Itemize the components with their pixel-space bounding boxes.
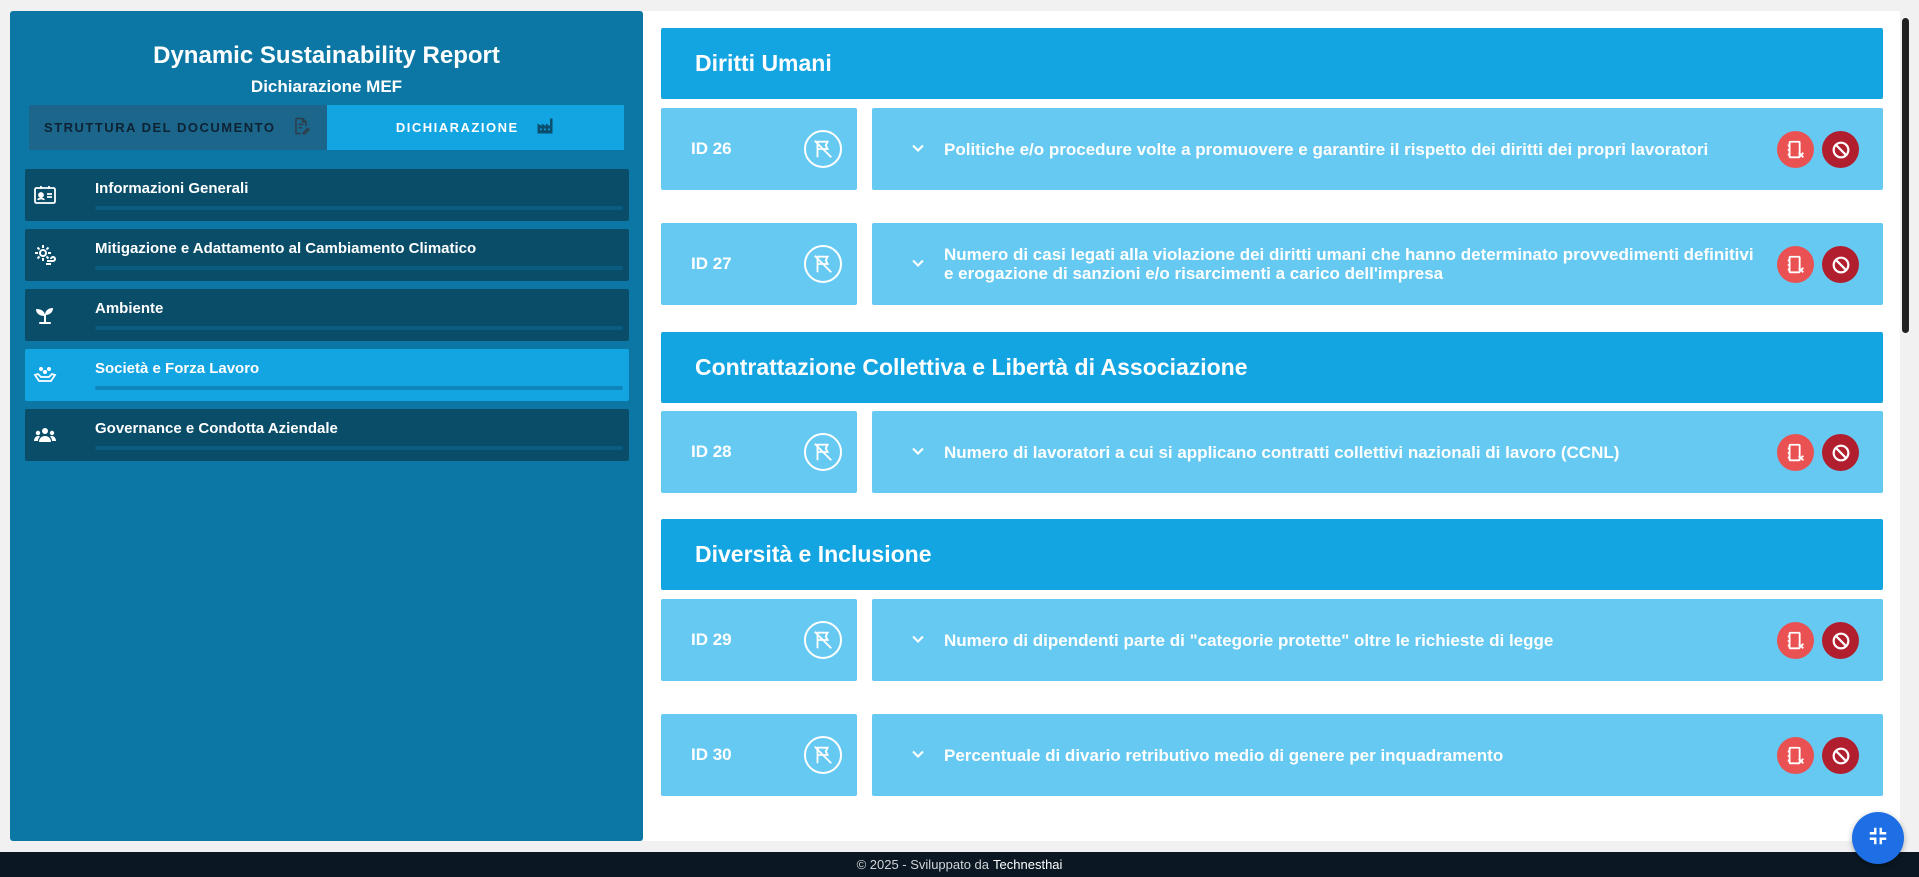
footer-copyright: © 2025 - Sviluppato da — [856, 857, 990, 872]
chevron-down-icon[interactable] — [908, 253, 928, 273]
progress-bar — [95, 386, 623, 390]
indicator-id: ID 26 — [691, 139, 732, 158]
indicator-question: Percentuale di divario retributivo medio… — [872, 714, 1883, 796]
sidebar-item-societa[interactable]: Società e Forza Lavoro — [25, 349, 629, 401]
block-icon[interactable] — [1822, 622, 1859, 659]
block-icon[interactable] — [1822, 434, 1859, 471]
factory-icon — [535, 116, 555, 139]
sidebar-item-ambiente[interactable]: Ambiente — [25, 289, 629, 341]
document-edit-icon — [291, 116, 311, 139]
indicator-row-28: ID 28 Numero di lavoratori a cui si appl… — [661, 411, 1883, 493]
id-card-icon — [33, 183, 57, 207]
collapse-fab-button[interactable] — [1852, 812, 1904, 864]
sidebar-item-label: Mitigazione e Adattamento al Cambiamento… — [95, 240, 477, 257]
tab-declaration[interactable]: DICHIARAZIONE — [326, 105, 624, 150]
indicator-text: Numero di dipendenti parte di "categorie… — [944, 630, 1554, 650]
indicator-question: Politiche e/o procedure volte a promuove… — [872, 108, 1883, 190]
section-header-diversita: Diversità e Inclusione — [661, 519, 1883, 590]
people-group-icon — [33, 423, 57, 447]
delete-record-icon[interactable] — [1777, 131, 1814, 168]
app-title: Dynamic Sustainability Report — [153, 42, 500, 69]
indicator-question: Numero di casi legati alla violazione de… — [872, 223, 1883, 305]
scrollbar-thumb[interactable] — [1902, 18, 1909, 333]
tab-document-structure[interactable]: STRUTTURA DEL DOCUMENTO — [29, 105, 327, 150]
sidebar-item-informazioni-generali[interactable]: Informazioni Generali — [25, 169, 629, 221]
delete-record-icon[interactable] — [1777, 434, 1814, 471]
indicator-row-29: ID 29 Numero di dipendenti parte di "cat… — [661, 599, 1883, 681]
sidebar-item-label: Informazioni Generali — [95, 180, 249, 197]
indicator-id: ID 29 — [691, 630, 732, 649]
section-header-contrattazione: Contrattazione Collettiva e Libertà di A… — [661, 332, 1883, 403]
sidebar-item-mitigazione[interactable]: Mitigazione e Adattamento al Cambiamento… — [25, 229, 629, 281]
no-flag-icon[interactable] — [804, 130, 842, 168]
id-box: ID 27 — [661, 223, 857, 305]
id-box: ID 30 — [661, 714, 857, 796]
sidebar-menu: Informazioni Generali Mitigazione e Adat… — [25, 169, 629, 469]
delete-record-icon[interactable] — [1777, 246, 1814, 283]
main-content: Diritti Umani ID 26 Politiche e/o proced… — [643, 11, 1900, 841]
chevron-down-icon[interactable] — [908, 138, 928, 158]
sidebar-item-label: Governance e Condotta Aziendale — [95, 420, 338, 437]
progress-bar — [95, 206, 623, 210]
id-box: ID 28 — [661, 411, 857, 493]
indicator-row-26: ID 26 Politiche e/o procedure volte a pr… — [661, 108, 1883, 190]
block-icon[interactable] — [1822, 246, 1859, 283]
indicator-id: ID 28 — [691, 442, 732, 461]
seedling-icon — [33, 303, 57, 327]
progress-bar — [95, 446, 623, 450]
block-icon[interactable] — [1822, 737, 1859, 774]
indicator-row-30: ID 30 Percentuale di divario retributivo… — [661, 714, 1883, 796]
indicator-text: Numero di lavoratori a cui si applicano … — [944, 442, 1620, 462]
hands-people-icon — [33, 363, 57, 387]
id-box: ID 26 — [661, 108, 857, 190]
indicator-text: Percentuale di divario retributivo medio… — [944, 745, 1504, 765]
indicator-question: Numero di lavoratori a cui si applicano … — [872, 411, 1883, 493]
sidebar-item-governance[interactable]: Governance e Condotta Aziendale — [25, 409, 629, 461]
no-flag-icon[interactable] — [804, 621, 842, 659]
indicator-text: Numero di casi legati alla violazione de… — [944, 245, 1754, 283]
footer: © 2025 - Sviluppato da Technesthai — [0, 852, 1919, 877]
section-header-diritti-umani: Diritti Umani — [661, 28, 1883, 99]
sidebar-item-label: Ambiente — [95, 300, 164, 317]
no-flag-icon[interactable] — [804, 736, 842, 774]
compress-icon — [1867, 825, 1889, 852]
sun-wind-icon — [33, 243, 57, 267]
no-flag-icon[interactable] — [804, 245, 842, 283]
chevron-down-icon[interactable] — [908, 744, 928, 764]
chevron-down-icon[interactable] — [908, 441, 928, 461]
indicator-text: Politiche e/o procedure volte a promuove… — [944, 139, 1709, 159]
indicator-id: ID 27 — [691, 254, 732, 273]
block-icon[interactable] — [1822, 131, 1859, 168]
tab-label: STRUTTURA DEL DOCUMENTO — [44, 120, 276, 135]
sidebar-item-label: Società e Forza Lavoro — [95, 360, 260, 377]
tab-label: DICHIARAZIONE — [395, 120, 519, 135]
progress-bar — [95, 266, 623, 270]
footer-brand: Technesthai — [993, 857, 1063, 872]
indicator-question: Numero di dipendenti parte di "categorie… — [872, 599, 1883, 681]
delete-record-icon[interactable] — [1777, 737, 1814, 774]
indicator-id: ID 30 — [691, 745, 732, 764]
delete-record-icon[interactable] — [1777, 622, 1814, 659]
indicator-row-27: ID 27 Numero di casi legati alla violazi… — [661, 223, 1883, 305]
sidebar: Dynamic Sustainability Report Dichiarazi… — [10, 11, 643, 841]
id-box: ID 29 — [661, 599, 857, 681]
no-flag-icon[interactable] — [804, 433, 842, 471]
progress-bar — [95, 326, 623, 330]
app-subtitle: Dichiarazione MEF — [250, 77, 403, 96]
chevron-down-icon[interactable] — [908, 629, 928, 649]
tab-bar: STRUTTURA DEL DOCUMENTO DICHIARAZIONE — [29, 105, 624, 150]
